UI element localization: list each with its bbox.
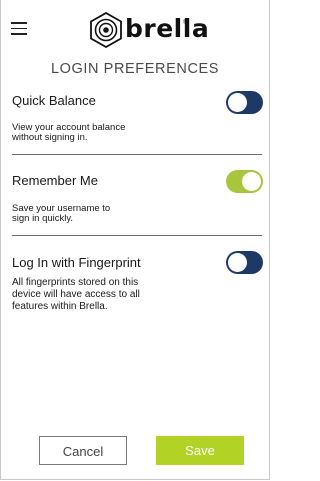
description-line: features within Brella.	[12, 301, 108, 312]
fingerprint-title: Log In with Fingerprint	[12, 255, 141, 270]
toggle-knob	[228, 253, 247, 272]
cancel-button[interactable]: Cancel	[39, 436, 127, 465]
remember-me-description: Save your username to sign in quickly.	[12, 204, 110, 224]
app-header: brella ®	[0, 0, 270, 58]
quick-balance-title: Quick Balance	[12, 93, 96, 108]
toggle-knob	[228, 93, 247, 112]
remember-me-title: Remember Me	[12, 173, 98, 188]
section-divider	[12, 154, 262, 156]
quick-balance-setting: Quick Balance View your account balance …	[0, 88, 270, 158]
description-line: device will have access to all	[12, 289, 140, 300]
description-line: sign in quickly.	[12, 213, 74, 224]
quick-balance-description: View your account balance without signin…	[12, 123, 125, 143]
description-line: without signing in.	[12, 132, 88, 143]
fingerprint-setting: Log In with Fingerprint All fingerprints…	[0, 250, 270, 320]
toggle-knob	[242, 172, 261, 191]
brand-logo: brella ®	[88, 10, 209, 50]
page-title: LOGIN PREFERENCES	[50, 61, 220, 77]
remember-me-setting: Remember Me Save your username to sign i…	[0, 168, 270, 230]
fingerprint-toggle[interactable]	[226, 251, 263, 274]
description-line: All fingerprints stored on this	[12, 277, 139, 288]
quick-balance-toggle[interactable]	[226, 91, 263, 114]
hamburger-menu-icon[interactable]	[11, 22, 27, 35]
remember-me-toggle[interactable]	[226, 170, 263, 193]
brand-wordmark: brella	[125, 14, 210, 43]
trademark-symbol: ®	[183, 20, 188, 26]
fingerprint-description: All fingerprints stored on this device w…	[12, 277, 140, 313]
brella-shield-logo-icon	[90, 12, 122, 48]
save-button[interactable]: Save	[156, 436, 244, 465]
section-divider	[12, 235, 262, 237]
